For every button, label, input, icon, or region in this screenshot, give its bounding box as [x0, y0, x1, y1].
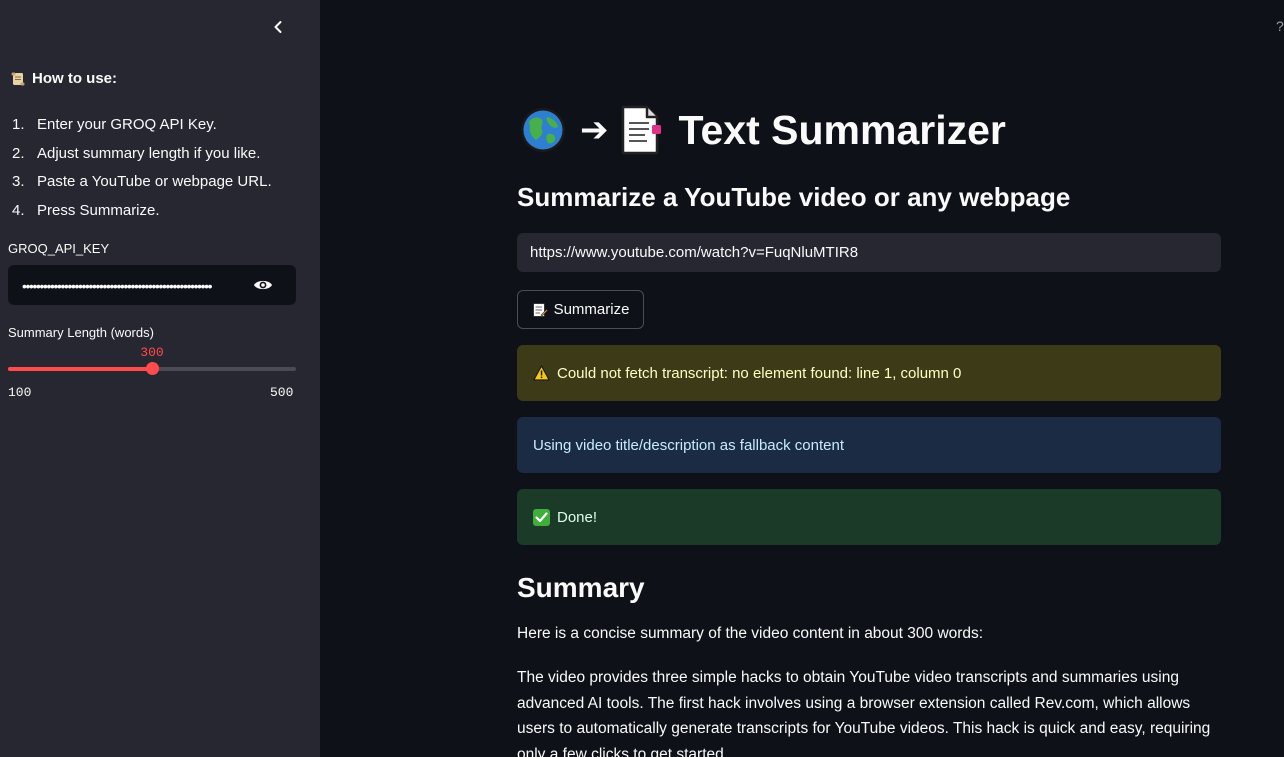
step-text: Paste a YouTube or webpage URL. [37, 173, 272, 191]
step-text: Adjust summary length if you like. [37, 144, 261, 162]
slider-max-label: 500 [270, 385, 294, 400]
howto-title-text: How to use: [32, 70, 117, 87]
info-alert: Using video title/description as fallbac… [517, 417, 1221, 473]
list-item: 2. Adjust summary length if you like. [0, 139, 272, 168]
arrow-right-icon: ➔ [580, 111, 609, 149]
warning-text: Could not fetch transcript: no element f… [557, 364, 962, 382]
globe-icon [521, 108, 565, 152]
summarize-button-label: Summarize [553, 301, 630, 318]
summary-body: The video provides three simple hacks to… [517, 669, 1211, 757]
summary-length-label: Summary Length (words) [8, 325, 154, 340]
warning-alert: Could not fetch transcript: no element f… [517, 345, 1221, 401]
api-key-field [8, 265, 296, 305]
list-item: 4. Press Summarize. [0, 196, 272, 225]
page-title: ➔ Text Summarizer [520, 100, 1006, 160]
page-title-text: Text Summarizer [678, 106, 1006, 153]
app-root: How to use: 1. Enter your GROQ API Key. … [0, 0, 1284, 757]
slider-thumb[interactable] [146, 362, 159, 375]
howto-steps-list: 1. Enter your GROQ API Key. 2. Adjust su… [0, 110, 272, 225]
slider-fill [8, 367, 152, 371]
memo-icon [532, 302, 548, 317]
url-input[interactable] [517, 233, 1221, 272]
step-text: Press Summarize. [37, 201, 160, 219]
eye-icon [254, 280, 272, 290]
summary-intro: Here is a concise summary of the video c… [517, 625, 984, 642]
help-icon[interactable]: ? [1276, 18, 1284, 34]
collapse-sidebar-button[interactable] [266, 16, 290, 38]
summary-heading: Summary [517, 572, 645, 603]
summarize-button[interactable]: Summarize [517, 290, 644, 329]
api-key-label: GROQ_API_KEY [8, 241, 110, 256]
sidebar: How to use: 1. Enter your GROQ API Key. … [0, 0, 320, 757]
step-number: 1. [12, 115, 25, 133]
list-item: 1. Enter your GROQ API Key. [0, 110, 272, 139]
list-item: 3. Paste a YouTube or webpage URL. [0, 167, 272, 196]
success-alert: Done! [517, 489, 1221, 545]
show-password-button[interactable] [251, 275, 275, 295]
check-icon [533, 508, 550, 526]
api-key-input[interactable] [20, 273, 250, 299]
page-icon [621, 105, 661, 155]
step-text: Enter your GROQ API Key. [37, 115, 217, 133]
step-number: 3. [12, 173, 25, 191]
slider-current-value: 300 [140, 345, 164, 360]
slider-min-label: 100 [8, 385, 32, 400]
success-text: Done! [557, 508, 598, 526]
step-number: 2. [12, 144, 25, 162]
summary-length-slider[interactable] [8, 362, 296, 375]
warning-icon [533, 365, 550, 381]
step-number: 4. [12, 201, 25, 219]
howto-heading: How to use: [10, 70, 117, 87]
scroll-icon [11, 72, 25, 85]
page-subtitle: Summarize a YouTube video or any webpage [517, 182, 1071, 212]
info-text: Using video title/description as fallbac… [533, 436, 845, 454]
chevron-left-icon [274, 21, 282, 33]
